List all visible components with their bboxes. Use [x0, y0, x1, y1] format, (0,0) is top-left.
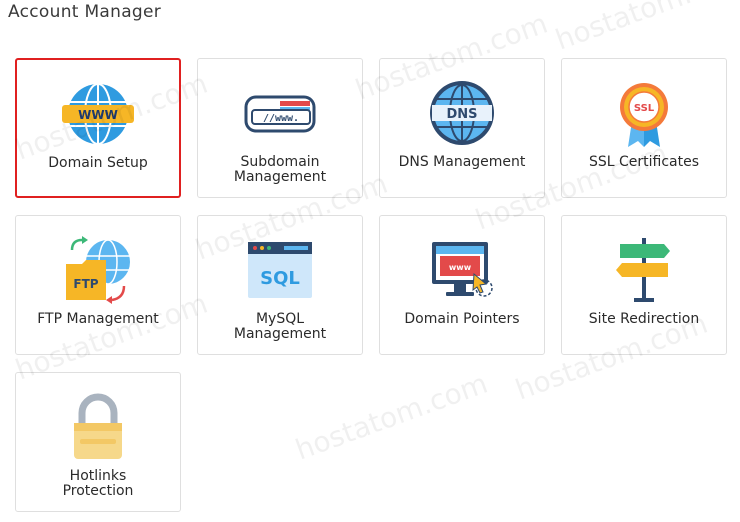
ftp-folder-globe-icon: FTP: [66, 236, 130, 304]
browser-www-icon: //www.: [244, 95, 316, 133]
tile-dns-management[interactable]: DNS DNS Management: [379, 58, 545, 198]
tile-label: Domain Setup: [48, 155, 148, 171]
tile-label: FTP Management: [37, 311, 159, 327]
svg-text:FTP: FTP: [73, 277, 98, 291]
tile-site-redirection[interactable]: Site Redirection: [561, 215, 727, 355]
tile-label: Hotlinks Protection: [62, 468, 134, 499]
svg-text:www: www: [449, 263, 472, 272]
tile-label: Subdomain Management: [233, 154, 327, 185]
page-title: Account Manager: [8, 2, 162, 22]
globe-www-icon: WWW: [62, 83, 134, 145]
tile-ssl-certificates[interactable]: SSL SSL Certificates: [561, 58, 727, 198]
tile-grid: WWW Domain Setup //www. Subdomain Manage…: [15, 58, 735, 518]
tile-ftp-management[interactable]: FTP FTP Management: [15, 215, 181, 355]
tile-label: DNS Management: [398, 154, 526, 170]
tile-label: Site Redirection: [588, 311, 700, 327]
tile-mysql-management[interactable]: SQL MySQL Management: [197, 215, 363, 355]
monitor-pointer-icon: www: [432, 242, 493, 297]
svg-text:SQL: SQL: [260, 268, 300, 289]
tile-subdomain-management[interactable]: //www. Subdomain Management: [197, 58, 363, 198]
tile-label: SSL Certificates: [588, 154, 700, 170]
tile-domain-pointers[interactable]: www Domain Pointers: [379, 215, 545, 355]
svg-text:DNS: DNS: [446, 107, 477, 122]
svg-text://www.: //www.: [263, 113, 299, 124]
tile-label: MySQL Management: [233, 311, 327, 342]
sql-database-icon: SQL: [248, 242, 312, 298]
tile-hotlinks-protection[interactable]: Hotlinks Protection: [15, 372, 181, 512]
dns-globe-icon: DNS: [430, 81, 494, 145]
signpost-icon: [616, 238, 670, 302]
svg-text:SSL: SSL: [634, 103, 655, 114]
account-manager-page: Account Manager WWW Domain Setup //www. …: [0, 0, 740, 522]
padlock-icon: [74, 393, 122, 459]
svg-text:WWW: WWW: [78, 108, 118, 122]
tile-label: Domain Pointers: [404, 311, 520, 327]
tile-domain-setup[interactable]: WWW Domain Setup: [15, 58, 181, 198]
svg-text:hostatom.com: hostatom.com: [551, 0, 740, 57]
ssl-badge-icon: SSL: [620, 83, 668, 147]
